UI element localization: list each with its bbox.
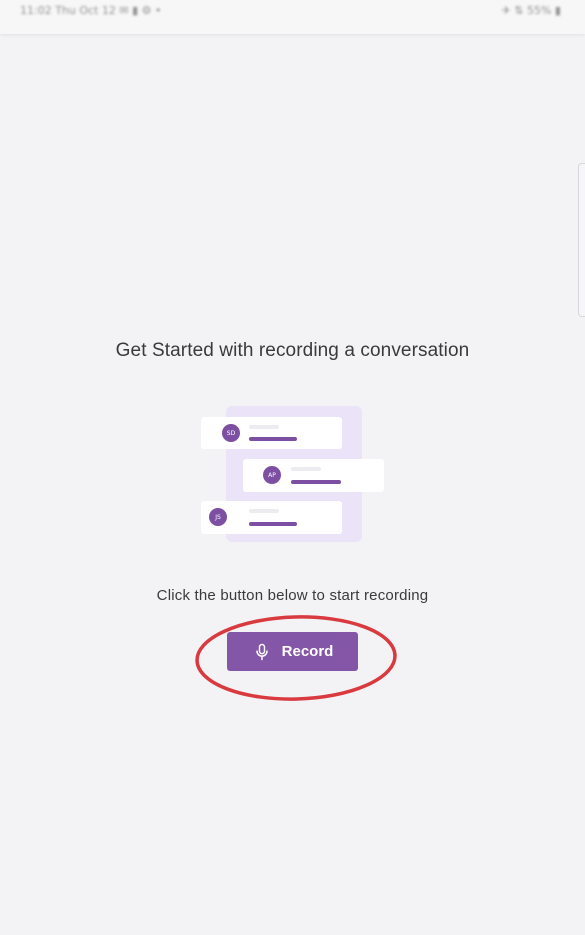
instruction-text: Click the button below to start recordin… — [156, 587, 429, 604]
record-button-label: Record — [281, 643, 334, 660]
avatar-js: JS — [214, 514, 221, 521]
record-button[interactable]: Record — [227, 632, 358, 671]
chat-bubble-2: AP — [243, 459, 384, 492]
status-indicators: ✈ ⇅ 55% ▮ — [501, 4, 561, 17]
side-panel-handle[interactable] — [578, 163, 585, 317]
avatar-sd: SD — [227, 430, 236, 437]
chat-bubble-1: SD — [201, 417, 342, 449]
chat-bubble-3: JS — [201, 501, 342, 534]
status-time: 11:02 Thu Oct 12 ✉ ▮ ⚙ • — [20, 4, 162, 17]
status-bar: 11:02 Thu Oct 12 ✉ ▮ ⚙ • ✈ ⇅ 55% ▮ — [0, 0, 585, 34]
avatar-ap: AP — [268, 472, 276, 479]
conversation-illustration: SD AP JS — [201, 406, 384, 542]
microphone-icon — [255, 643, 268, 660]
page-title: Get Started with recording a conversatio… — [115, 340, 470, 361]
